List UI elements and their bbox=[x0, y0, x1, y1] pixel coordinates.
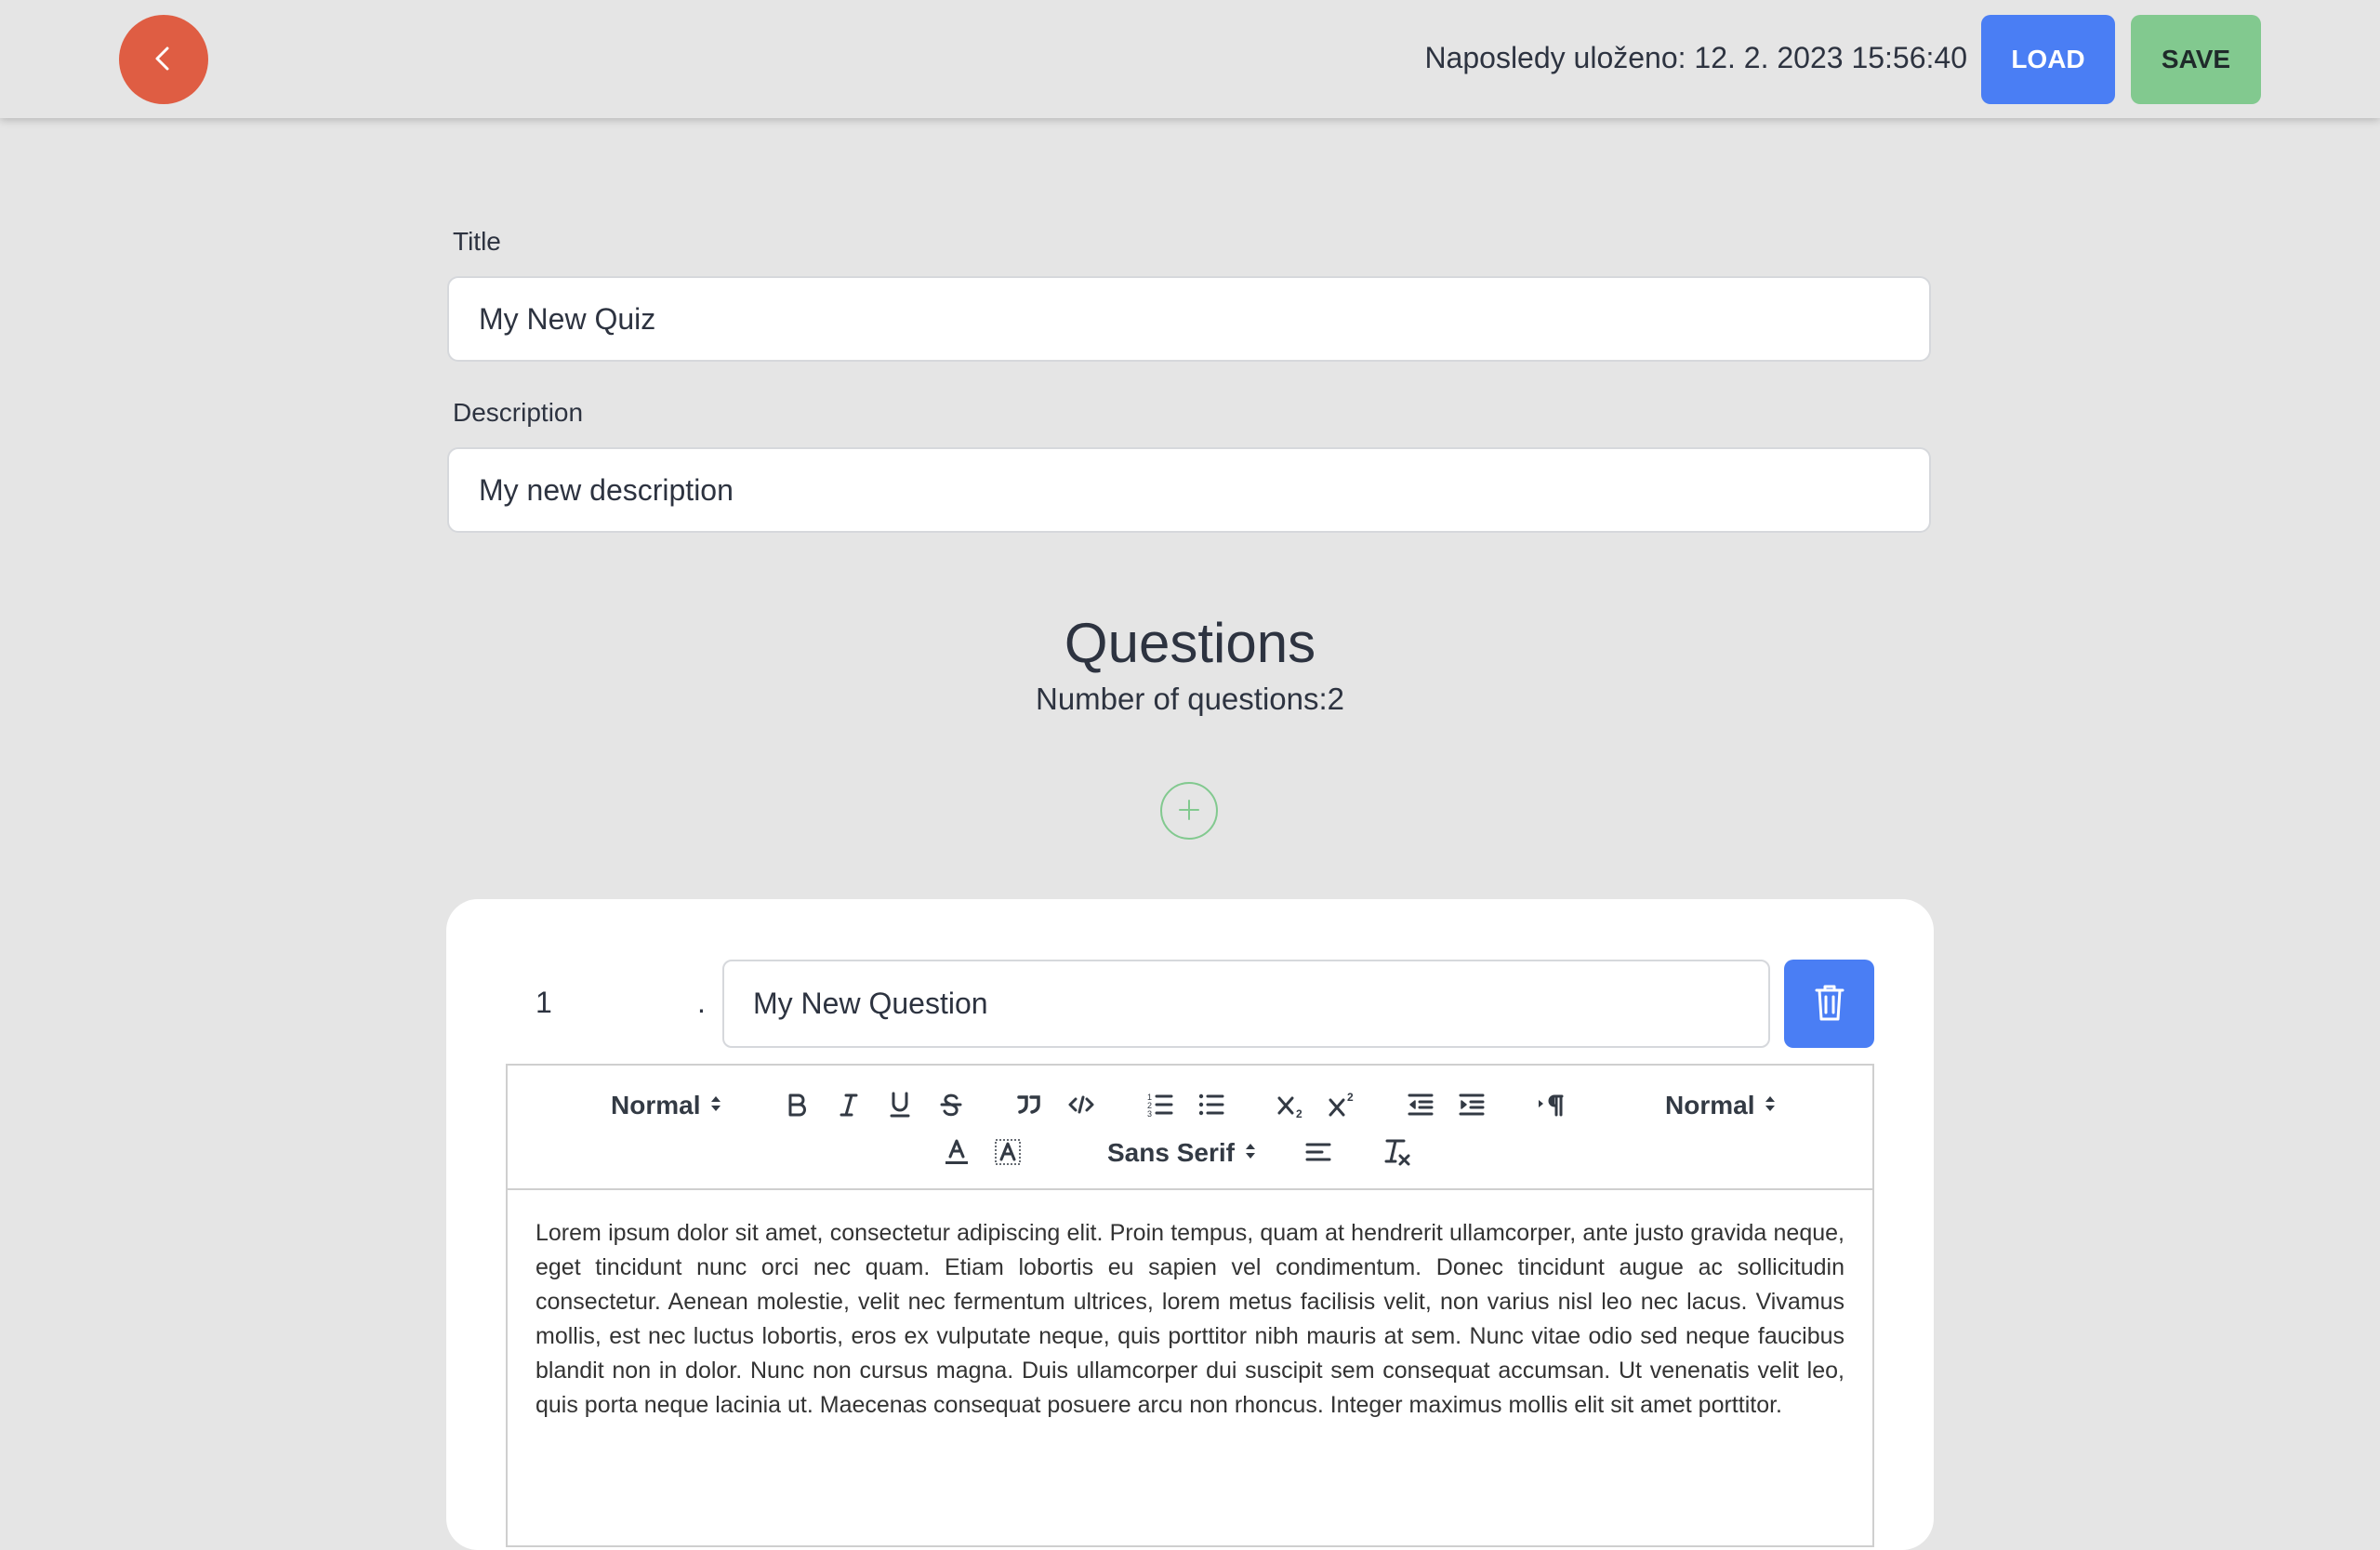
indent-icon[interactable] bbox=[1456, 1086, 1488, 1123]
updown-arrows-icon bbox=[1244, 1138, 1257, 1168]
updown-arrows-icon bbox=[1764, 1091, 1777, 1120]
updown-arrows-icon bbox=[709, 1091, 722, 1120]
last-saved-text: Naposledy uloženo: 12. 2. 2023 15:56:40 bbox=[1424, 41, 1967, 74]
subscript-icon[interactable]: 2 bbox=[1276, 1086, 1307, 1123]
code-block-icon[interactable] bbox=[1065, 1086, 1097, 1123]
question-number-separator: . bbox=[697, 986, 706, 1019]
bold-icon[interactable] bbox=[781, 1086, 813, 1123]
svg-text:3: 3 bbox=[1147, 1109, 1152, 1119]
strikethrough-icon[interactable] bbox=[935, 1086, 967, 1123]
load-button[interactable]: LOAD bbox=[1981, 15, 2115, 104]
delete-question-button[interactable] bbox=[1784, 960, 1874, 1048]
back-button[interactable] bbox=[119, 15, 208, 104]
superscript-icon[interactable]: 2 bbox=[1327, 1086, 1358, 1123]
editor-toolbar: Normal 123 2 2 Normal Sans Serif bbox=[508, 1066, 1872, 1190]
outdent-icon[interactable] bbox=[1405, 1086, 1436, 1123]
description-label: Description bbox=[453, 398, 584, 427]
description-input[interactable] bbox=[447, 447, 1931, 533]
text-color-icon[interactable] bbox=[941, 1133, 972, 1171]
save-button[interactable]: SAVE bbox=[2131, 15, 2261, 104]
svg-text:2: 2 bbox=[1347, 1091, 1354, 1104]
clear-format-icon[interactable] bbox=[1382, 1133, 1413, 1171]
questions-heading: Questions bbox=[1064, 612, 1316, 674]
header-picker-label: Normal bbox=[611, 1091, 701, 1119]
italic-icon[interactable] bbox=[833, 1086, 865, 1123]
title-input[interactable] bbox=[447, 276, 1931, 362]
size-picker[interactable]: Normal bbox=[1665, 1091, 1777, 1120]
bullet-list-icon[interactable] bbox=[1196, 1086, 1227, 1123]
size-picker-label: Normal bbox=[1665, 1091, 1755, 1119]
questions-count: Number of questions:2 bbox=[1035, 682, 1344, 716]
rich-text-editor: Normal 123 2 2 Normal Sans Serif Lorem i… bbox=[506, 1064, 1874, 1547]
chevron-left-icon bbox=[147, 42, 180, 78]
blockquote-icon[interactable] bbox=[1013, 1086, 1045, 1123]
plus-icon bbox=[1177, 798, 1201, 825]
text-direction-icon[interactable] bbox=[1536, 1086, 1567, 1123]
font-picker-label: Sans Serif bbox=[1107, 1138, 1235, 1167]
underline-icon[interactable] bbox=[884, 1086, 916, 1123]
header-picker[interactable]: Normal bbox=[611, 1091, 722, 1120]
ordered-list-icon[interactable]: 123 bbox=[1144, 1086, 1176, 1123]
trash-icon bbox=[1811, 982, 1848, 1026]
top-bar: Naposledy uloženo: 12. 2. 2023 15:56:40 … bbox=[0, 0, 2380, 118]
question-number: 1 bbox=[536, 986, 552, 1019]
question-title-input[interactable] bbox=[722, 960, 1770, 1048]
editor-content[interactable]: Lorem ipsum dolor sit amet, consectetur … bbox=[536, 1216, 1844, 1423]
add-question-button[interactable] bbox=[1160, 782, 1218, 840]
svg-text:2: 2 bbox=[1296, 1107, 1302, 1119]
background-color-icon[interactable] bbox=[992, 1133, 1024, 1171]
title-label: Title bbox=[453, 227, 501, 256]
align-left-icon[interactable] bbox=[1302, 1133, 1334, 1171]
font-picker[interactable]: Sans Serif bbox=[1107, 1138, 1257, 1168]
